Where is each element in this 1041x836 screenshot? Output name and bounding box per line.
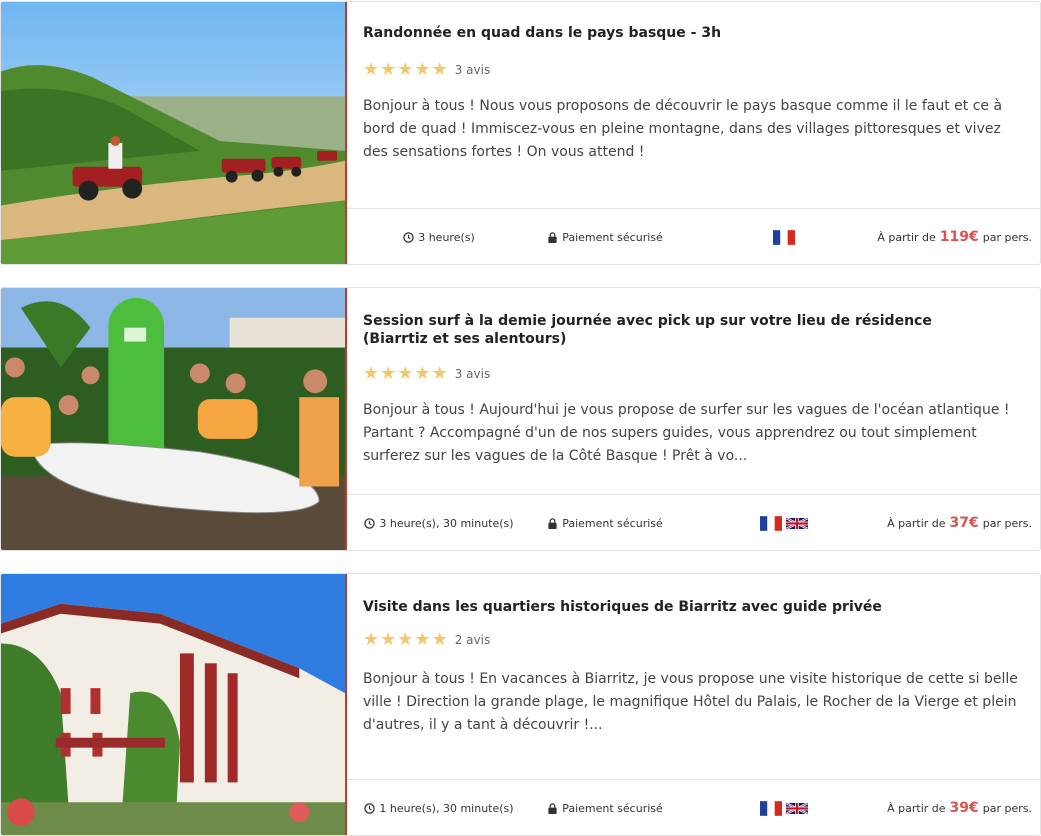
star-icon: ★ — [431, 629, 448, 650]
review-count: 3 avis — [454, 367, 491, 381]
payment-info: Paiement sécurisé — [535, 495, 675, 550]
price: À partir de 39€ par pers. — [887, 780, 1032, 835]
price-amount: 119€ — [939, 229, 979, 245]
lock-icon — [548, 231, 557, 243]
price: À partir de 119€ par pers. — [877, 209, 1032, 264]
activity-title[interactable]: Session surf à la demie journée avec pic… — [363, 312, 980, 348]
french-flag-icon — [773, 229, 795, 245]
price-prefix: À partir de — [887, 516, 946, 530]
price-amount: 37€ — [949, 515, 979, 531]
lock-icon — [548, 802, 557, 814]
star-icon: ★ — [431, 59, 448, 80]
rating: ★ ★ ★ ★ ★ 3 avis — [363, 365, 490, 383]
clock-icon — [403, 231, 414, 243]
star-icon: ★ — [363, 363, 380, 384]
activity-card[interactable]: Visite dans les quartiers historiques de… — [0, 573, 1041, 836]
duration: 3 heure(s) — [359, 209, 519, 264]
price-amount: 39€ — [949, 800, 979, 816]
card-footer: 3 heure(s) Paiement sécurisé À partir de… — [347, 208, 1040, 264]
star-icon: ★ — [431, 363, 448, 384]
card-footer: 1 heure(s), 30 minute(s) Paiement sécuri… — [347, 779, 1040, 835]
activity-card[interactable]: Randonnée en quad dans le pays basque - … — [0, 1, 1041, 265]
star-icon: ★ — [414, 363, 431, 384]
clock-icon — [364, 802, 376, 814]
rating: ★ ★ ★ ★ ★ 2 avis — [363, 631, 490, 649]
review-count: 3 avis — [454, 63, 491, 77]
price-suffix: par pers. — [982, 230, 1032, 244]
activity-image-quad[interactable] — [1, 2, 347, 264]
languages — [739, 780, 829, 835]
payment-info: Paiement sécurisé — [535, 780, 675, 835]
card-footer: 3 heure(s), 30 minute(s) Paiement sécuri… — [347, 494, 1040, 550]
activity-title[interactable]: Visite dans les quartiers historiques de… — [363, 598, 980, 616]
price-prefix: À partir de — [877, 230, 936, 244]
payment-label: Paiement sécurisé — [562, 516, 663, 530]
duration-label: 1 heure(s), 30 minute(s) — [379, 801, 514, 815]
rating: ★ ★ ★ ★ ★ 3 avis — [363, 61, 490, 79]
star-icon: ★ — [414, 629, 431, 650]
french-flag-icon — [760, 515, 782, 531]
price-suffix: par pers. — [982, 516, 1032, 530]
uk-flag-icon — [786, 801, 808, 815]
activity-description: Bonjour à tous ! En vacances à Biarritz,… — [363, 671, 1018, 733]
star-icon: ★ — [380, 629, 397, 650]
duration-label: 3 heure(s) — [418, 230, 475, 244]
payment-label: Paiement sécurisé — [562, 230, 663, 244]
activity-title[interactable]: Randonnée en quad dans le pays basque - … — [363, 24, 980, 42]
activity-image-surf[interactable] — [1, 288, 347, 550]
clock-icon — [364, 517, 376, 529]
payment-info: Paiement sécurisé — [535, 209, 675, 264]
duration: 3 heure(s), 30 minute(s) — [359, 495, 519, 550]
activity-image-biarritz[interactable] — [1, 574, 347, 835]
languages — [739, 209, 829, 264]
star-icon: ★ — [380, 59, 397, 80]
activity-description: Bonjour à tous ! Nous vous proposons de … — [363, 98, 1003, 160]
french-flag-icon — [760, 800, 782, 816]
star-icon: ★ — [397, 629, 414, 650]
activity-card[interactable]: Session surf à la demie journée avec pic… — [0, 287, 1041, 551]
payment-label: Paiement sécurisé — [562, 801, 663, 815]
star-icon: ★ — [397, 59, 414, 80]
languages — [739, 495, 829, 550]
price-suffix: par pers. — [982, 801, 1032, 815]
star-icon: ★ — [380, 363, 397, 384]
price: À partir de 37€ par pers. — [887, 495, 1032, 550]
duration: 1 heure(s), 30 minute(s) — [359, 780, 519, 835]
star-icon: ★ — [414, 59, 431, 80]
lock-icon — [548, 517, 557, 529]
uk-flag-icon — [786, 516, 808, 530]
activity-description: Bonjour à tous ! Aujourd'hui je vous pro… — [363, 402, 1010, 464]
duration-label: 3 heure(s), 30 minute(s) — [379, 516, 514, 530]
star-icon: ★ — [363, 629, 380, 650]
price-prefix: À partir de — [887, 801, 946, 815]
review-count: 2 avis — [454, 633, 491, 647]
star-icon: ★ — [397, 363, 414, 384]
star-icon: ★ — [363, 59, 380, 80]
